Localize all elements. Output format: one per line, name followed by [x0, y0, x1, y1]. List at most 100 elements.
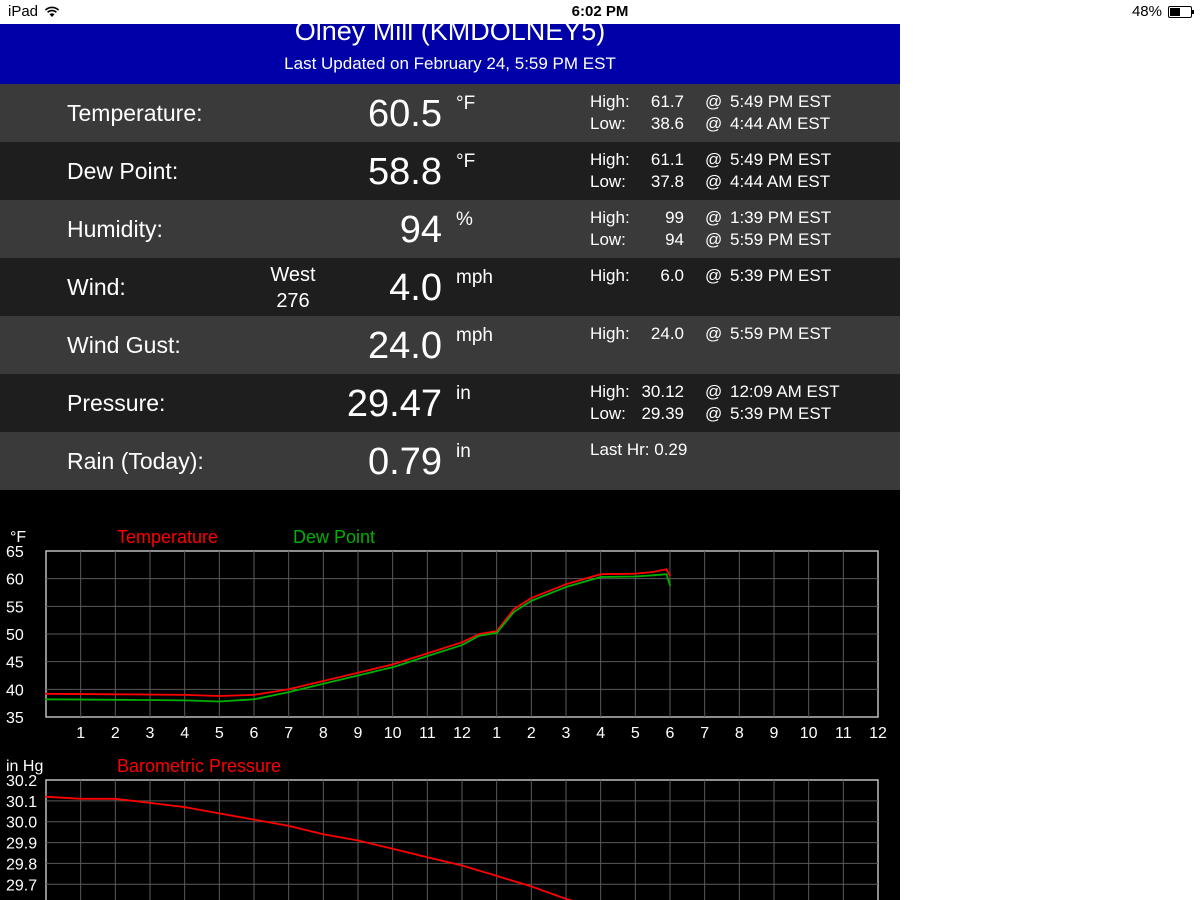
weather-app: Olney Mill (KMDOLNEY5) Last Updated on F… — [0, 24, 900, 900]
x-tick-label: 8 — [735, 725, 744, 742]
stat-key: High: — [590, 324, 630, 343]
data-point — [669, 584, 671, 587]
data-point — [322, 833, 325, 836]
reading-row-rain[interactable]: Rain (Today): 0.79 in Last Hr: 0.29 — [0, 432, 900, 490]
high-row: High: 61.7 @ 5:49 PM EST — [590, 91, 890, 113]
high-row: High: 61.1 @ 5:49 PM EST — [590, 149, 890, 171]
data-point — [426, 652, 429, 655]
rain-last-hour: Last Hr: 0.29 — [590, 440, 688, 459]
stat-value: 6.0 — [660, 266, 684, 285]
reading-row-wind[interactable]: Wind: West 276 4.0 mph High: 6.0 @ 5:39 … — [0, 258, 900, 316]
legend-temperature: Temperature — [117, 527, 218, 547]
stat-key: High: — [590, 208, 630, 227]
stat-time: 12:09 AM EST — [730, 382, 840, 401]
data-point — [287, 688, 290, 691]
low-row: Low: 94 @ 5:59 PM EST — [590, 229, 890, 251]
stat-value: 38.6 — [650, 114, 684, 133]
stat-at: @ — [705, 150, 723, 169]
data-point — [651, 574, 654, 577]
reading-value: 24.0 — [368, 325, 442, 367]
reading-row-humidity[interactable]: Humidity: 94 % High: 99 @ 1:39 PM EST Lo… — [0, 200, 900, 258]
reading-value: 60.5 — [368, 93, 442, 135]
data-point — [634, 575, 637, 578]
stat-value: 61.7 — [650, 92, 684, 111]
stat-at: @ — [705, 92, 723, 111]
x-tick-label: 10 — [800, 725, 818, 742]
data-point — [218, 812, 221, 815]
data-point — [599, 573, 602, 576]
data-point — [357, 674, 359, 677]
reading-unit: % — [456, 209, 473, 230]
high-row: High: 99 @ 1:39 PM EST — [590, 207, 890, 229]
data-point — [45, 692, 47, 695]
stat-at: @ — [705, 114, 723, 133]
data-point — [565, 583, 567, 586]
x-tick-label: 1 — [492, 725, 501, 742]
status-right: 48% — [1132, 3, 1194, 20]
reading-row-temperature[interactable]: Temperature: 60.5 °F High: 61.7 @ 5:49 P… — [0, 84, 900, 142]
stat-at: @ — [705, 208, 723, 227]
data-point — [391, 663, 394, 666]
y-tick-label: 35 — [6, 710, 24, 727]
low-row: Low: 37.8 @ 4:44 AM EST — [590, 171, 890, 193]
data-point — [530, 885, 533, 888]
data-point — [253, 818, 255, 821]
y-tick-label: 30.1 — [6, 794, 37, 811]
stat-time: 5:49 PM EST — [730, 92, 832, 111]
stat-key: Low: — [590, 172, 626, 191]
stat-value: 24.0 — [650, 324, 684, 343]
data-point — [599, 576, 602, 578]
reading-unit: mph — [456, 267, 493, 288]
x-tick-label: 10 — [384, 725, 402, 742]
stat-at: @ — [705, 230, 723, 249]
stat-key: Low: — [590, 114, 626, 133]
stat-value: 30.12 — [641, 382, 684, 401]
data-point — [149, 802, 151, 804]
reading-label: Dew Point: — [67, 158, 179, 184]
reading-label: Rain (Today): — [67, 448, 204, 474]
reading-value: 4.0 — [389, 267, 442, 309]
data-point — [114, 693, 117, 696]
reading-row-pressure[interactable]: Pressure: 29.47 in High: 30.12 @ 12:09 A… — [0, 374, 900, 432]
wind-direction-degrees: 276 — [276, 290, 310, 312]
x-tick-label: 6 — [250, 725, 259, 742]
high-low-block: High: 30.12 @ 12:09 AM EST Low: 29.39 @ … — [590, 381, 890, 425]
data-point — [322, 680, 325, 682]
data-point — [478, 633, 481, 635]
data-point — [495, 631, 498, 634]
stat-value: 94 — [665, 230, 684, 249]
data-point — [114, 797, 117, 800]
data-point — [530, 599, 533, 602]
data-point — [183, 699, 186, 702]
reading-row-wind-gust[interactable]: Wind Gust: 24.0 mph High: 24.0 @ 5:59 PM… — [0, 316, 900, 374]
data-point — [287, 824, 290, 827]
reading-unit: in — [456, 383, 471, 404]
stat-key: High: — [590, 266, 630, 285]
stat-at: @ — [705, 324, 723, 343]
y-tick-label: 55 — [6, 599, 24, 616]
y-tick-label: 29.8 — [6, 856, 37, 873]
high-row: High: 24.0 @ 5:59 PM EST — [590, 323, 890, 345]
x-tick-label: 12 — [869, 725, 887, 742]
low-row: Low: 29.39 @ 5:39 PM EST — [590, 403, 890, 425]
y-tick-label: 29.9 — [6, 836, 37, 853]
chart-pressure: 29.529.629.729.829.930.030.130.2in HgBar… — [6, 756, 879, 900]
data-point — [461, 864, 463, 867]
data-point — [218, 700, 221, 703]
x-tick-label: 6 — [666, 725, 675, 742]
data-point — [253, 698, 255, 701]
data-point — [45, 795, 47, 798]
data-point — [45, 698, 47, 701]
high-low-block: High: 6.0 @ 5:39 PM EST — [590, 265, 890, 287]
low-row: Low: 38.6 @ 4:44 AM EST — [590, 113, 890, 135]
wind-direction: West 276 — [253, 262, 333, 314]
data-point — [357, 839, 359, 842]
stat-key: Low: — [590, 230, 626, 249]
reading-row-dew-point[interactable]: Dew Point: 58.8 °F High: 61.1 @ 5:49 PM … — [0, 142, 900, 200]
x-tick-label: 9 — [354, 725, 363, 742]
data-point — [495, 875, 498, 877]
reading-unit: °F — [456, 151, 476, 172]
stat-time: 5:49 PM EST — [730, 150, 832, 169]
data-point — [669, 575, 671, 577]
y-tick-label: 65 — [6, 544, 24, 561]
